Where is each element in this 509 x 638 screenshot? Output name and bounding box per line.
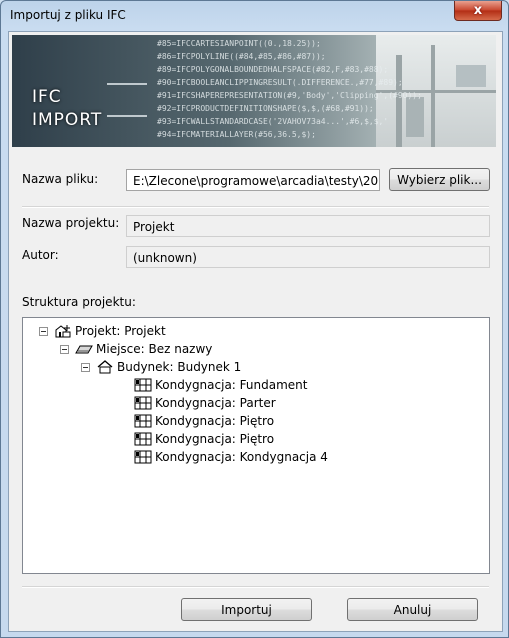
code-line: #86=IFCPOLYLINE((#84,#85,#86,#87)); — [157, 52, 326, 61]
code-line: #90=IFCBOOLEANCLIPPINGRESULT(.DIFFERENCE… — [157, 78, 403, 87]
tree-node-label: Projekt: Projekt — [75, 324, 166, 338]
separator — [22, 206, 489, 208]
building-icon — [96, 360, 114, 374]
code-line: #93=IFCWALLSTANDARDCASE('2VAHOV73a4...',… — [157, 117, 389, 126]
tree-node-label: Kondygnacja: Piętro — [155, 414, 275, 428]
author-field: (unknown) — [126, 246, 490, 268]
collapse-toggle[interactable] — [60, 345, 69, 354]
arrow-graphic — [107, 115, 147, 117]
arrow-graphic — [107, 83, 147, 85]
ifc-import-banner: #85=IFCCARTESIANPOINT((0.,18.25)); #86=I… — [12, 35, 496, 147]
code-line: #92=IFCPRODUCTDEFINITIONSHAPE($,$,(#68,#… — [157, 104, 374, 113]
tree-node-storey[interactable]: Kondygnacja: Kondygnacja 4 — [134, 448, 328, 466]
project-name-field: Projekt — [126, 215, 490, 237]
tree-node-label: Budynek: Budynek 1 — [117, 360, 242, 374]
project-structure-label: Struktura projektu: — [22, 295, 136, 309]
collapse-toggle[interactable] — [81, 363, 90, 372]
file-name-label: Nazwa pliku: — [22, 172, 99, 186]
import-button[interactable]: Importuj — [181, 598, 312, 621]
code-line: #85=IFCCARTESIANPOINT((0.,18.25)); — [157, 39, 321, 48]
tree-node-storey[interactable]: Kondygnacja: Parter — [134, 394, 276, 412]
close-button[interactable]: x — [454, 1, 502, 21]
storey-icon — [134, 450, 152, 464]
title-bar[interactable]: Importuj z pliku IFC x — [1, 1, 508, 31]
tree-node-storey[interactable]: Kondygnacja: Fundament — [134, 376, 307, 394]
project-icon — [54, 324, 72, 338]
tree-node-label: Kondygnacja: Parter — [155, 396, 276, 410]
banner-title-import: IMPORT — [32, 110, 103, 130]
tree-node-label: Kondygnacja: Fundament — [155, 378, 308, 392]
cancel-button[interactable]: Anuluj — [347, 598, 478, 621]
storey-icon — [134, 396, 152, 410]
dialog-client-area: #85=IFCCARTESIANPOINT((0.,18.25)); #86=I… — [8, 31, 503, 632]
tree-node-label: Kondygnacja: Piętro — [155, 432, 275, 446]
tree-node-label: Kondygnacja: Kondygnacja 4 — [155, 450, 328, 464]
banner-title-ifc: IFC — [32, 87, 62, 107]
window-title: Importuj z pliku IFC — [10, 8, 126, 22]
tree-node-label: Miejsce: Bez nazwy — [96, 342, 213, 356]
tree-node-building[interactable]: Budynek: Budynek 1 — [96, 358, 241, 376]
separator — [22, 586, 489, 588]
browse-file-button[interactable]: Wybierz plik... — [389, 168, 490, 191]
file-path-field[interactable]: E:\Zlecone\programowe\arcadia\testy\201 — [126, 169, 380, 191]
code-line: #94=IFCMATERIALLAYER(#56,36.5,$); — [157, 130, 316, 139]
tree-node-storey[interactable]: Kondygnacja: Piętro — [134, 430, 274, 448]
tree-node-project[interactable]: Projekt: Projekt — [54, 322, 166, 340]
storey-icon — [134, 378, 152, 392]
tree-node-storey[interactable]: Kondygnacja: Piętro — [134, 412, 274, 430]
close-icon: x — [473, 3, 483, 18]
code-line: #91=IFCSHAPEREPRESENTATION(#9,'Body','Cl… — [157, 91, 422, 100]
import-ifc-dialog: Importuj z pliku IFC x #85=IFCCARTESIANP… — [0, 0, 509, 638]
tree-node-site[interactable]: Miejsce: Bez nazwy — [75, 340, 212, 358]
collapse-toggle[interactable] — [39, 327, 48, 336]
site-icon — [75, 342, 93, 356]
project-structure-tree[interactable]: Projekt: Projekt Miejsce: Bez nazwy Budy… — [22, 317, 490, 574]
project-name-label: Nazwa projektu: — [22, 216, 120, 230]
code-line: #89=IFCPOLYGONALBOUNDEDHALFSPACE(#82,F,#… — [157, 65, 389, 74]
storey-icon — [134, 414, 152, 428]
storey-icon — [134, 432, 152, 446]
author-label: Autor: — [22, 248, 59, 262]
